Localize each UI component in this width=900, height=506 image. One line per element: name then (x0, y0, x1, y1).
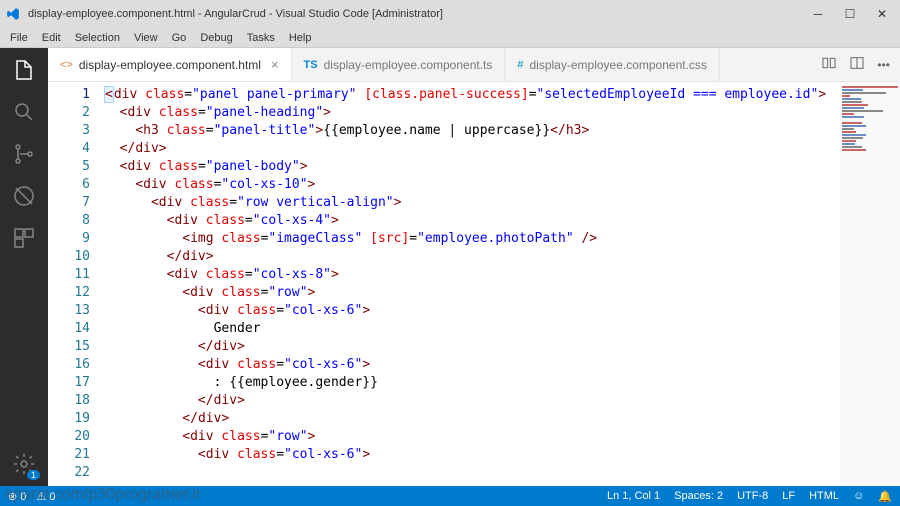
menu-debug[interactable]: Debug (194, 30, 238, 46)
ts-file-icon: TS (304, 59, 318, 71)
activitybar: 1 (0, 48, 48, 486)
window-title: display-employee.component.html - Angula… (28, 8, 443, 20)
menu-edit[interactable]: Edit (36, 30, 67, 46)
css-file-icon: # (517, 59, 523, 71)
maximize-button[interactable]: ☐ (838, 4, 862, 24)
close-tab-icon[interactable]: × (271, 57, 279, 72)
watermark-text: aparat.com/p30programer.ir (4, 486, 201, 504)
tab-label: display-employee.component.ts (324, 58, 493, 72)
minimap[interactable] (840, 82, 900, 486)
menu-file[interactable]: File (4, 30, 34, 46)
menu-tasks[interactable]: Tasks (241, 30, 281, 46)
gear-badge: 1 (27, 470, 40, 480)
source-control-icon[interactable] (10, 140, 38, 168)
extensions-icon[interactable] (10, 224, 38, 252)
compare-icon[interactable] (821, 55, 837, 74)
settings-gear-icon[interactable]: 1 (10, 450, 38, 478)
status-lang[interactable]: HTML (809, 490, 839, 502)
tab-html[interactable]: <> display-employee.component.html × (48, 48, 292, 81)
menu-go[interactable]: Go (166, 30, 193, 46)
more-actions-icon[interactable]: ••• (877, 58, 890, 72)
tab-label: display-employee.component.css (530, 58, 707, 72)
status-smiley-icon[interactable]: ☺ (853, 490, 864, 502)
vscode-icon (6, 7, 20, 21)
html-file-icon: <> (60, 59, 73, 71)
status-spaces[interactable]: Spaces: 2 (674, 490, 723, 502)
status-bell-icon[interactable]: 🔔 (878, 490, 892, 503)
status-eol[interactable]: LF (782, 490, 795, 502)
minimize-button[interactable]: ─ (806, 4, 830, 24)
titlebar: display-employee.component.html - Angula… (0, 0, 900, 28)
status-cursor[interactable]: Ln 1, Col 1 (607, 490, 660, 502)
status-encoding[interactable]: UTF-8 (737, 490, 768, 502)
editor-tabs: <> display-employee.component.html × TS … (48, 48, 900, 82)
menubar: File Edit Selection View Go Debug Tasks … (0, 28, 900, 48)
tab-css[interactable]: # display-employee.component.css (505, 48, 720, 81)
explorer-icon[interactable] (10, 56, 38, 84)
tab-ts[interactable]: TS display-employee.component.ts (292, 48, 506, 81)
code-editor[interactable]: <div class="panel panel-primary" [class.… (104, 82, 840, 486)
line-gutter: 12345678910111213141516171819202122 (48, 82, 104, 486)
split-editor-icon[interactable] (849, 55, 865, 74)
debug-icon[interactable] (10, 182, 38, 210)
search-icon[interactable] (10, 98, 38, 126)
tab-label: display-employee.component.html (79, 58, 261, 72)
close-button[interactable]: ✕ (870, 4, 894, 24)
menu-selection[interactable]: Selection (69, 30, 126, 46)
menu-help[interactable]: Help (283, 30, 318, 46)
menu-view[interactable]: View (128, 30, 164, 46)
